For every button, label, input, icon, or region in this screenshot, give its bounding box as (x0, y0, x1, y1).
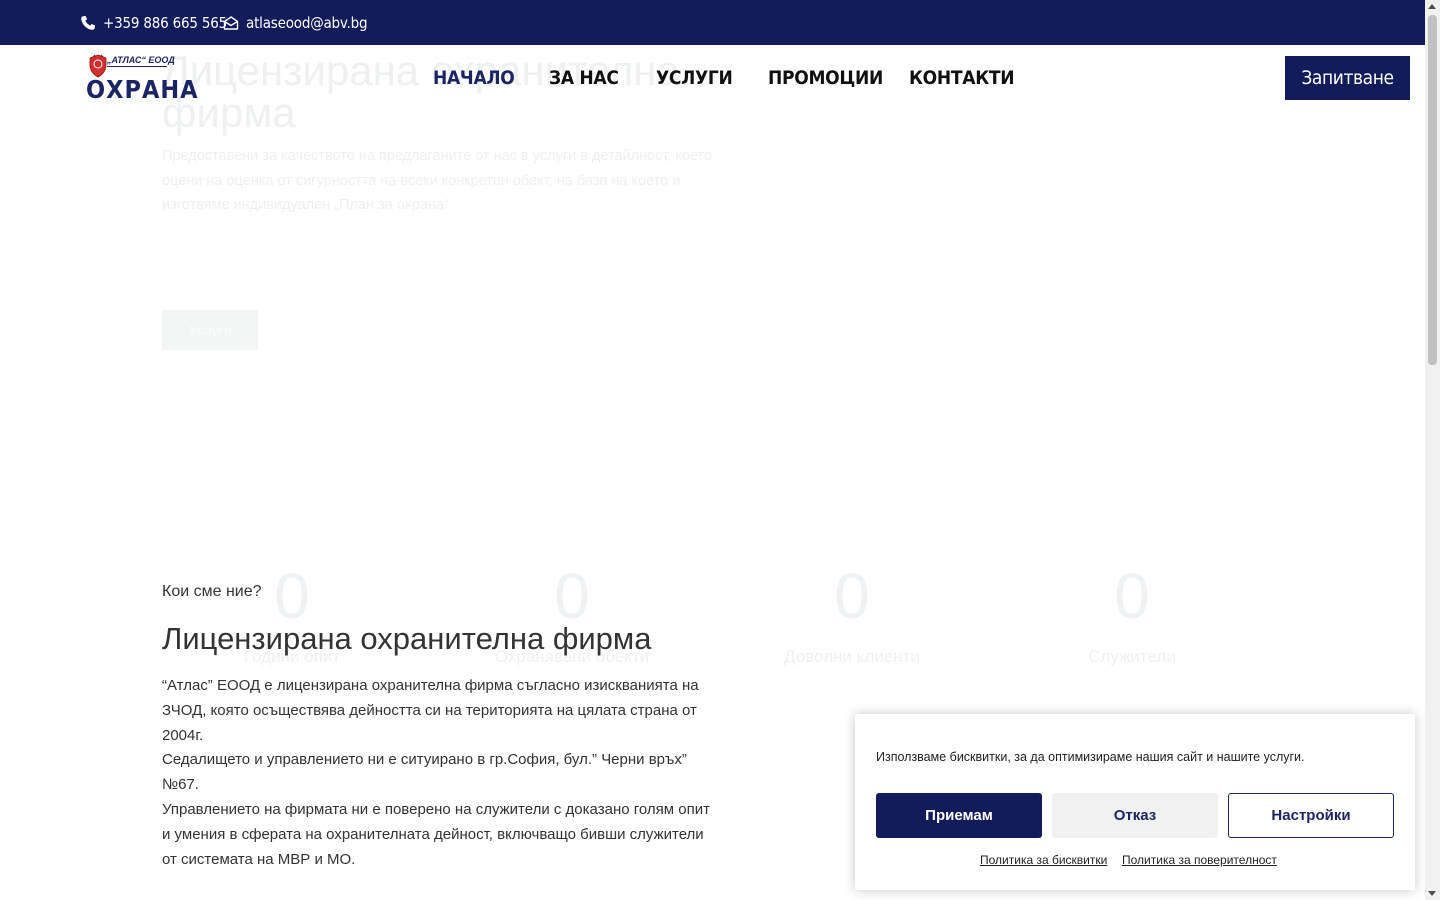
page-scrollbar[interactable] (1425, 0, 1440, 900)
top-contact-bar: +359 886 665 565 atlaseood@abv.bg (0, 0, 1425, 45)
counter-clients: 0 Доволни клиенти (752, 560, 952, 668)
logo-word: ОХРАНА (86, 75, 199, 104)
counter-value: 0 (1114, 560, 1150, 632)
phone-icon (81, 15, 95, 30)
nav-services[interactable]: УСЛУГИ (656, 62, 733, 94)
privacy-policy-link[interactable]: Политика за поверителност (1122, 853, 1277, 867)
phone-number: +359 886 665 565 (103, 13, 227, 32)
cookie-message: Използваме бисквитки, за да оптимизираме… (876, 750, 1305, 764)
envelope-icon (223, 15, 239, 30)
about-paragraph: Управлението на фирмата ни е поверено на… (162, 800, 710, 868)
topbar-email[interactable]: atlaseood@abv.bg (223, 0, 368, 45)
nav-promotions[interactable]: ПРОМОЦИИ (768, 62, 883, 94)
about-paragraph: “Атлас” ЕООД е лицензирана охранителна ф… (162, 677, 699, 744)
about-paragraph: Седалището и управлението ни е ситуирано… (162, 751, 687, 794)
counter-label: Доволни клиенти (784, 647, 920, 666)
cookie-consent-banner: Използваме бисквитки, за да оптимизираме… (855, 714, 1415, 890)
about-title: Лицензирана охранителна фирма (162, 621, 652, 656)
cookie-policy-link[interactable]: Политика за бисквитки (980, 853, 1107, 867)
counter-label: Служители (1088, 647, 1176, 666)
hero-text: Предоставени за качеството на предлагани… (162, 148, 713, 213)
about-eyebrow: Кои сме ние? (162, 583, 262, 600)
scrollbar-thumb[interactable] (1428, 15, 1437, 365)
email-address: atlaseood@abv.bg (246, 13, 368, 32)
site-logo[interactable]: „АТЛАС“ ЕООД ОХРАНА (86, 52, 198, 106)
logo-underline (107, 66, 167, 67)
nav-home[interactable]: НАЧАЛО (433, 62, 515, 94)
scroll-up-arrow-icon[interactable] (1428, 4, 1436, 9)
nav-contacts[interactable]: КОНТАКТИ (909, 62, 1015, 94)
about-body: “Атлас” ЕООД е лицензирана охранителна ф… (162, 674, 712, 872)
cookie-accept-button[interactable]: Приемам (876, 793, 1042, 838)
cookie-deny-button[interactable]: Отказ (1052, 793, 1218, 838)
topbar-phone[interactable]: +359 886 665 565 (80, 0, 227, 45)
logo-company: „АТЛАС“ ЕООД (107, 55, 175, 65)
hero-services-button[interactable]: Услуги (162, 310, 258, 350)
cookie-preferences-button[interactable]: Настройки (1228, 793, 1394, 838)
counter-employees: 0 Служители (1032, 560, 1232, 668)
about-section: Кои сме ние? Лицензирана охранителна фир… (162, 580, 712, 872)
inquiry-button[interactable]: Запитване (1285, 56, 1410, 100)
nav-about[interactable]: ЗА НАС (549, 62, 619, 94)
counter-value: 0 (834, 560, 870, 632)
scroll-down-arrow-icon[interactable] (1428, 891, 1436, 896)
